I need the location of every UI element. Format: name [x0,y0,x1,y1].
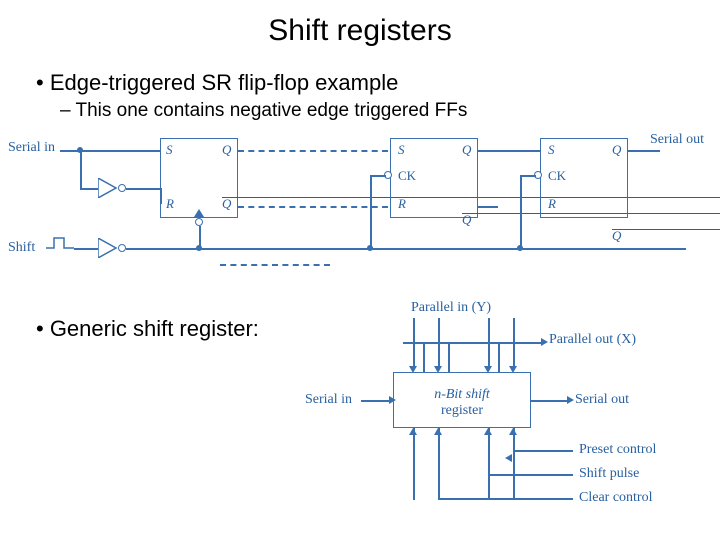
box-line2: register [441,403,483,418]
n-bit-shift-register-box: n-Bit shift register [393,372,531,428]
wire [370,175,372,248]
wire [520,175,522,248]
wire [478,150,540,152]
wire [126,188,160,190]
dashed-wire [238,150,388,152]
pin-r: R [548,196,556,212]
pin-q: Q [612,142,621,158]
serial-out-label: Serial out [650,132,704,148]
pin-r: R [398,196,406,212]
clock-rail [126,248,686,250]
pin-q: Q [222,142,231,158]
pin-qbar: Q [612,228,720,244]
bullet-1: • Edge-triggered SR flip-flop example [36,70,398,96]
serial-in-label: Serial in [8,140,55,156]
wire [60,150,160,152]
page-title: Shift registers [0,0,720,48]
pin-r: R [166,196,174,212]
sr-flipflop-diagram: Serial in Shift S R Q Q S R CK Q Q [0,128,720,288]
wire [628,150,660,152]
pin-s: S [548,142,555,158]
preset-label: Preset control [579,442,656,458]
wire [520,175,536,177]
serial-out-label2: Serial out [575,392,629,408]
pin-ck: CK [398,168,416,184]
serial-in-label2: Serial in [305,392,352,408]
wire [80,150,82,188]
wire [74,248,98,250]
pin-q: Q [462,142,471,158]
wire [160,188,162,204]
parallel-in-label: Parallel in (Y) [411,300,491,316]
shift-pulse-label: Shift pulse [579,466,639,482]
pin-ck: CK [548,168,566,184]
wire [370,175,386,177]
shift-label: Shift [8,240,35,256]
wire [478,206,498,208]
box-line1: n-Bit shift [434,387,490,402]
generic-shift-register-diagram: n-Bit shift register Parallel in (Y) Par… [283,300,713,530]
dashed-wire [220,264,330,266]
dashed-wire [238,206,388,208]
pin-s: S [166,142,173,158]
clear-label: Clear control [579,490,652,506]
clock-pulse-icon [46,236,74,250]
parallel-out-label: Parallel out (X) [549,332,636,348]
wire [80,188,98,190]
bullet-1-sub: – This one contains negative edge trigge… [60,100,467,122]
pin-s: S [398,142,405,158]
bullet-2: • Generic shift register: [36,316,259,342]
